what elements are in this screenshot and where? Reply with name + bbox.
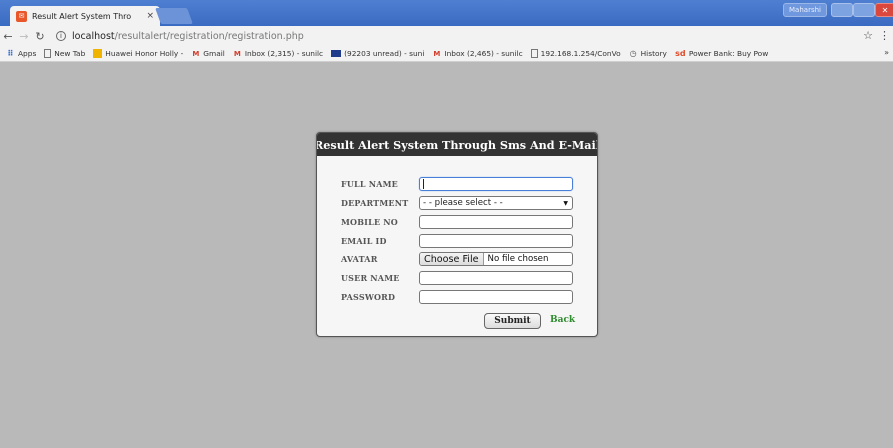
- bookmark-unread[interactable]: (92203 unread) - suni: [331, 49, 424, 58]
- page-icon: [44, 49, 52, 58]
- mobile-input[interactable]: [419, 215, 573, 229]
- browser-tab[interactable]: ✉ Result Alert System Thro ×: [10, 6, 160, 26]
- bookmark-label: New Tab: [54, 49, 86, 58]
- maximize-button[interactable]: [853, 3, 875, 17]
- choose-file-button[interactable]: Choose File: [420, 253, 484, 265]
- bookmark-power-bank[interactable]: sd Power Bank: Buy Pow: [675, 49, 768, 58]
- url-path: /resultalert/registration/registration.p…: [114, 30, 304, 42]
- info-icon[interactable]: i: [56, 31, 66, 41]
- reload-icon[interactable]: ↻: [32, 30, 48, 43]
- avatar-file-input[interactable]: Choose File No file chosen: [419, 252, 573, 266]
- registration-panel: Result Alert System Through Sms And E-Ma…: [316, 132, 598, 337]
- bookmark-label: Power Bank: Buy Pow: [688, 49, 769, 58]
- bookmark-label: (92203 unread) - suni: [344, 49, 425, 58]
- apps-icon: ⠿: [7, 49, 14, 58]
- tab-close-icon[interactable]: ×: [146, 11, 154, 21]
- profile-button[interactable]: Maharshi: [783, 3, 827, 17]
- bookmark-label: Inbox (2,315) - sunilc: [244, 49, 324, 58]
- bookmarks-bar: ⠿ Apps New Tab Huawei Honor Holly - M Gm…: [0, 46, 893, 62]
- department-row: DEPARTMENT - - please select - - ▼: [341, 196, 573, 210]
- address-bar[interactable]: i localhost /resultalert/registration/re…: [52, 28, 887, 44]
- bookmark-new-tab[interactable]: New Tab: [44, 49, 85, 58]
- full-name-input[interactable]: [419, 177, 573, 191]
- back-arrow-icon[interactable]: ←: [0, 30, 16, 43]
- department-label: DEPARTMENT: [341, 198, 409, 208]
- gmail-icon: M: [433, 49, 441, 58]
- full-name-row: FULL NAME: [341, 177, 573, 191]
- mobile-row: MOBILE NO: [341, 215, 573, 229]
- department-select[interactable]: - - please select - - ▼: [419, 196, 573, 210]
- bookmark-apps[interactable]: ⠿ Apps: [6, 49, 36, 58]
- panel-title: Result Alert System Through Sms And E-Ma…: [317, 133, 597, 156]
- password-row: PASSWORD: [341, 290, 573, 304]
- file-status: No file chosen: [487, 254, 549, 264]
- password-input[interactable]: [419, 290, 573, 304]
- back-link[interactable]: Back: [550, 315, 575, 325]
- bookmark-label: Apps: [18, 49, 37, 58]
- bookmark-gmail[interactable]: M Gmail: [191, 49, 225, 58]
- submit-button[interactable]: Submit: [484, 313, 541, 329]
- username-label: USER NAME: [341, 273, 400, 283]
- history-icon: ◷: [629, 49, 637, 58]
- bookmark-label: Huawei Honor Holly -: [105, 49, 184, 58]
- mobile-label: MOBILE NO: [341, 217, 398, 227]
- close-window-button[interactable]: ✕: [875, 3, 893, 17]
- email-label: EMAIL ID: [341, 236, 387, 246]
- gmail-icon: M: [233, 49, 241, 58]
- menu-icon[interactable]: ⋮: [879, 29, 890, 42]
- username-input[interactable]: [419, 271, 573, 285]
- huawei-icon: [93, 49, 103, 58]
- bookmark-label: 192.168.1.254/ConVo: [540, 49, 621, 58]
- tab-title: Result Alert System Thro: [32, 11, 132, 21]
- avatar-label: AVATAR: [341, 254, 378, 264]
- email-row: EMAIL ID: [341, 234, 573, 248]
- bookmark-history[interactable]: ◷ History: [629, 49, 667, 58]
- text-caret: [423, 179, 424, 189]
- page-icon: [530, 49, 538, 58]
- avatar-row: AVATAR Choose File No file chosen: [341, 252, 573, 266]
- full-name-label: FULL NAME: [341, 179, 398, 189]
- minimize-button[interactable]: [831, 3, 853, 17]
- new-tab-button[interactable]: [155, 8, 193, 24]
- bookmark-star-icon[interactable]: ☆: [863, 29, 873, 42]
- bookmark-inbox-2[interactable]: M Inbox (2,465) - sunilc: [432, 49, 522, 58]
- dropdown-arrow-icon: ▼: [563, 199, 568, 207]
- sd-icon: sd: [675, 49, 686, 58]
- password-label: PASSWORD: [341, 292, 396, 302]
- bookmark-router[interactable]: 192.168.1.254/ConVo: [530, 49, 621, 58]
- bookmark-inbox-1[interactable]: M Inbox (2,315) - sunilc: [233, 49, 323, 58]
- more-bookmarks-icon[interactable]: »: [884, 48, 889, 57]
- gmail-icon: M: [192, 49, 200, 58]
- bookmark-label: Gmail: [203, 49, 225, 58]
- email-input[interactable]: [419, 234, 573, 248]
- bookmark-label: History: [640, 49, 667, 58]
- favicon-icon: ✉: [16, 10, 27, 22]
- username-row: USER NAME: [341, 271, 573, 285]
- url-host: localhost: [72, 30, 115, 42]
- department-selected-value: - - please select - -: [423, 198, 503, 208]
- mail-icon: [331, 50, 342, 57]
- bookmark-huawei[interactable]: Huawei Honor Holly -: [93, 49, 183, 58]
- browser-titlebar: ✉ Result Alert System Thro × Maharshi ✕: [0, 0, 893, 26]
- browser-toolbar: ← → ↻ i localhost /resultalert/registrat…: [0, 26, 893, 46]
- forward-arrow-icon[interactable]: →: [16, 30, 32, 43]
- bookmark-label: Inbox (2,465) - sunilc: [444, 49, 523, 58]
